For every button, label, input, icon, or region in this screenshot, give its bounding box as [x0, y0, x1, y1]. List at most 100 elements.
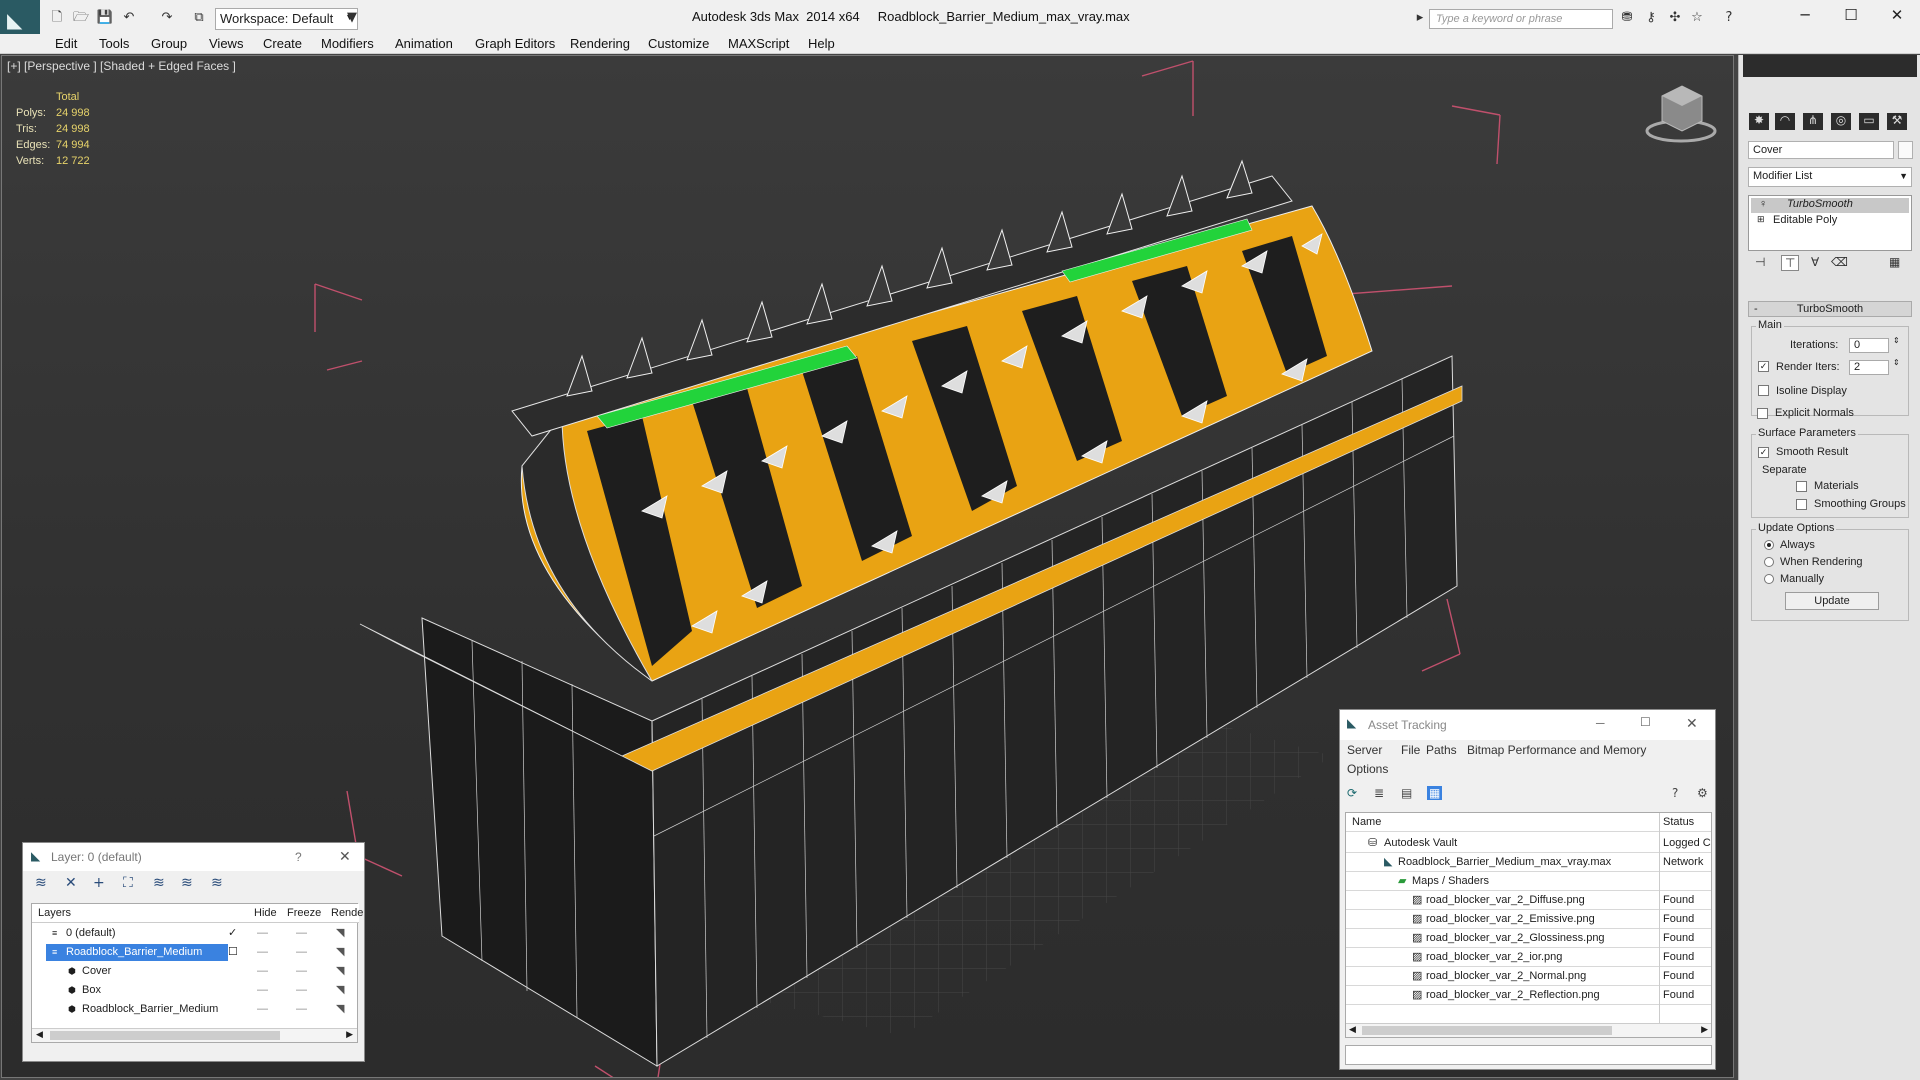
object-row[interactable]: ⬢ Cover — — ◥	[32, 962, 359, 981]
motion-tab-icon[interactable]: ◎	[1831, 113, 1851, 130]
asset-row[interactable]: ▨ road_blocker_var_2_Emissive.png Found	[1346, 910, 1711, 929]
render-toggle-icon[interactable]: ◥	[336, 924, 344, 943]
freeze-toggle-icon[interactable]: —	[296, 943, 307, 962]
update-always-radio[interactable]	[1764, 540, 1774, 550]
modifier-list-dropdown[interactable]: Modifier List ▼	[1748, 167, 1912, 187]
select-in-layer-icon[interactable]: ⛶	[123, 875, 133, 891]
render-toggle-icon[interactable]: ◥	[336, 981, 344, 1000]
menu-edit[interactable]: Edit	[55, 36, 77, 51]
hide-all-layers-icon[interactable]: ≋	[181, 875, 193, 891]
utilities-tab-icon[interactable]: ⚒	[1887, 113, 1907, 130]
expand-search-icon[interactable]: ▸	[1411, 9, 1429, 27]
minimize-icon[interactable]: ─	[1596, 716, 1605, 730]
smooth-result-checkbox[interactable]: ✓	[1758, 447, 1769, 458]
layer-window-titlebar[interactable]: ◣ Layer: 0 (default) ? ✕	[23, 843, 364, 871]
redo-icon[interactable]: ↷	[158, 9, 176, 27]
render-toggle-icon[interactable]: ◥	[336, 943, 344, 962]
scroll-left-icon[interactable]: ◀	[1349, 1024, 1356, 1035]
explicit-normals-checkbox[interactable]	[1757, 408, 1768, 419]
save-icon[interactable]: 💾	[96, 9, 114, 27]
asset-row[interactable]: ⛁ Autodesk Vault Logged C	[1346, 834, 1711, 853]
update-manually-radio[interactable]	[1764, 574, 1774, 584]
object-color-swatch[interactable]	[1898, 141, 1913, 159]
asset-row[interactable]: ▨ road_blocker_var_2_Reflection.png Found	[1346, 986, 1711, 1005]
layer-row-selected[interactable]: ≡ Roadblock_Barrier_Medium ☐ — — ◥	[32, 943, 359, 962]
stack-item-turbosmooth[interactable]: ♀ TurboSmooth	[1751, 198, 1909, 213]
layer-row[interactable]: ≡ 0 (default) ✓ — — ◥	[32, 924, 359, 943]
object-row[interactable]: ⬢ Roadblock_Barrier_Medium — — ◥	[32, 1000, 359, 1019]
asset-menu-server[interactable]: Server	[1347, 743, 1382, 757]
scrollbar-thumb[interactable]	[1362, 1026, 1612, 1035]
asset-row[interactable]: ▨ road_blocker_var_2_Diffuse.png Found	[1346, 891, 1711, 910]
table-view-icon[interactable]: ▤	[1401, 786, 1412, 800]
scroll-left-icon[interactable]: ◀	[36, 1029, 43, 1040]
new-file-icon[interactable]: 🗋	[48, 9, 66, 27]
menu-create[interactable]: Create	[263, 36, 302, 51]
search-input[interactable]: Type a keyword or phrase	[1429, 9, 1613, 29]
menu-maxscript[interactable]: MAXScript	[728, 36, 789, 51]
asset-row[interactable]: ▨ road_blocker_var_2_Normal.png Found	[1346, 967, 1711, 986]
separate-materials-checkbox[interactable]	[1796, 481, 1807, 492]
create-tab-icon[interactable]: ✸	[1749, 113, 1769, 130]
help-icon[interactable]: ?	[1672, 786, 1678, 800]
spinner-arrows-icon[interactable]: ⇕	[1893, 336, 1900, 345]
asset-row[interactable]: ▨ road_blocker_var_2_ior.png Found	[1346, 948, 1711, 967]
menu-rendering[interactable]: Rendering	[570, 36, 630, 51]
minimize-button[interactable]: ─	[1790, 6, 1820, 28]
menu-tools[interactable]: Tools	[99, 36, 129, 51]
hierarchy-tab-icon[interactable]: ⋔	[1803, 113, 1823, 130]
menu-modifiers[interactable]: Modifiers	[321, 36, 374, 51]
stack-item-editable-poly[interactable]: ⊞ Editable Poly	[1751, 214, 1909, 229]
asset-menu-paths[interactable]: Paths	[1426, 743, 1457, 757]
layer-checkbox-icon[interactable]: ☐	[228, 943, 238, 962]
hide-toggle-icon[interactable]: —	[257, 981, 268, 1000]
show-end-result-icon[interactable]: ⊤	[1781, 255, 1800, 271]
delete-layer-icon[interactable]: ✕	[65, 875, 77, 891]
scroll-right-icon[interactable]: ▶	[1701, 1024, 1708, 1035]
horizontal-scrollbar[interactable]: ◀ ▶	[32, 1028, 357, 1042]
hide-toggle-icon[interactable]: —	[257, 943, 268, 962]
create-layer-icon[interactable]: ≋	[35, 875, 47, 891]
turbosmooth-rollout-header[interactable]: - TurboSmooth	[1748, 301, 1912, 317]
add-to-layer-icon[interactable]: +	[93, 875, 105, 891]
menu-graph-editors[interactable]: Graph Editors	[475, 36, 555, 51]
menu-animation[interactable]: Animation	[395, 36, 453, 51]
asset-menu-bitmap-performance[interactable]: Bitmap Performance and Memory	[1467, 743, 1646, 757]
freeze-toggle-icon[interactable]: —	[296, 962, 307, 981]
workspace-dropdown[interactable]: Workspace: Default ▼	[215, 8, 358, 30]
asset-menu-options[interactable]: Options	[1347, 762, 1388, 776]
workspace-arrow-icon[interactable]: ▼	[343, 9, 361, 27]
project-folder-icon[interactable]: ⧉	[190, 9, 208, 27]
spinner-arrows-icon[interactable]: ⇕	[1893, 358, 1900, 367]
favorites-star-icon[interactable]: ☆	[1688, 9, 1706, 27]
modify-tab-icon[interactable]: ◠	[1775, 113, 1795, 130]
close-icon[interactable]: ✕	[1686, 715, 1698, 732]
make-unique-icon[interactable]: ∀	[1811, 255, 1819, 269]
render-iters-spinner[interactable]: 2	[1849, 360, 1889, 375]
menu-group[interactable]: Group	[151, 36, 187, 51]
isoline-display-checkbox[interactable]	[1758, 385, 1769, 396]
column-divider[interactable]	[1659, 813, 1660, 1023]
menu-customize[interactable]: Customize	[648, 36, 709, 51]
asset-row[interactable]: ◣ Roadblock_Barrier_Medium_max_vray.max Ne…	[1346, 853, 1711, 872]
viewcube[interactable]	[1645, 85, 1717, 143]
configure-sets-icon[interactable]: ▦	[1889, 255, 1900, 269]
binoculars-icon[interactable]: ⛃	[1618, 9, 1636, 27]
list-view-icon[interactable]: ≣	[1374, 786, 1384, 800]
object-name-field[interactable]: Cover	[1748, 141, 1894, 159]
asset-window-titlebar[interactable]: ◣ Asset Tracking ─ ☐ ✕	[1340, 710, 1715, 740]
hide-toggle-icon[interactable]: —	[257, 962, 268, 981]
hide-toggle-icon[interactable]: —	[257, 1000, 268, 1019]
close-icon[interactable]: ✕	[339, 848, 351, 865]
key-icon[interactable]: ⚷	[1642, 9, 1660, 27]
pin-stack-icon[interactable]: ⊣	[1755, 255, 1765, 269]
asset-path-field[interactable]	[1345, 1045, 1712, 1065]
current-layer-check-icon[interactable]: ✓	[228, 924, 237, 943]
render-toggle-icon[interactable]: ◥	[336, 962, 344, 981]
help-icon[interactable]: ?	[295, 850, 302, 864]
render-iters-checkbox[interactable]: ✓	[1758, 361, 1769, 372]
maximize-icon[interactable]: ☐	[1640, 715, 1651, 729]
menu-help[interactable]: Help	[808, 36, 835, 51]
undo-icon[interactable]: ↶	[120, 9, 138, 27]
object-row[interactable]: ⬢ Box — — ◥	[32, 981, 359, 1000]
